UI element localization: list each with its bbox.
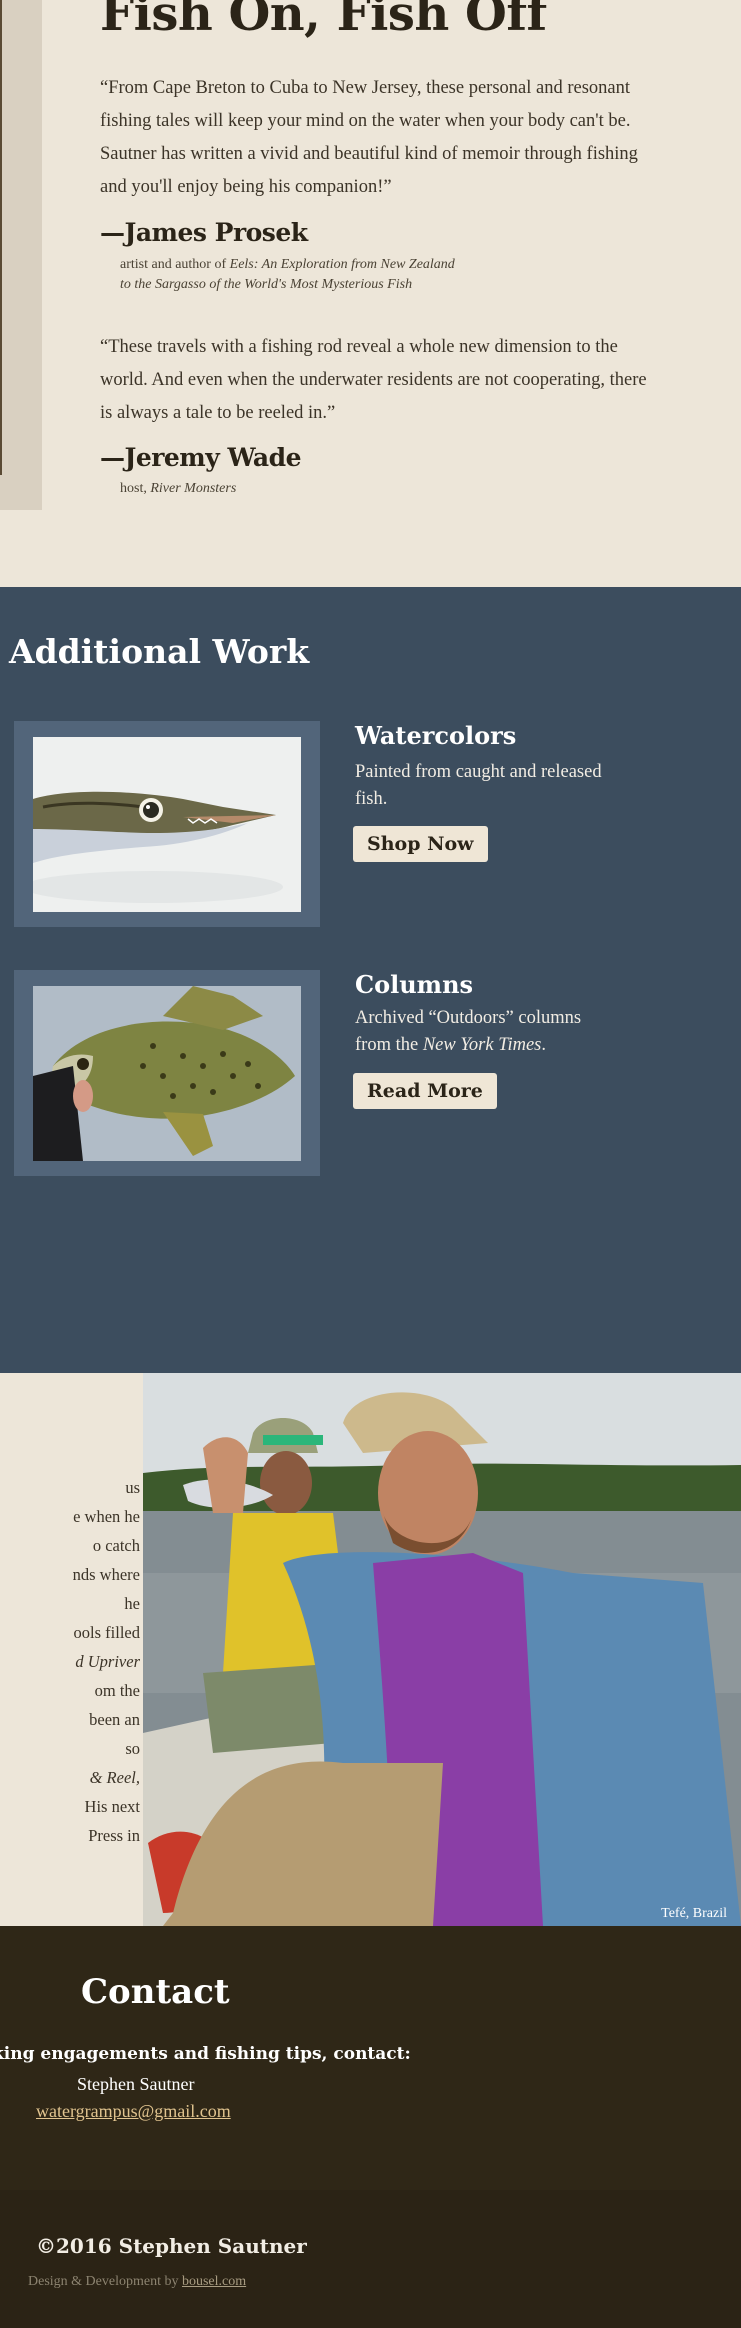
about-text-line: om the [94, 1681, 140, 1700]
about-text-line: nds where [72, 1565, 140, 1584]
about-text-line: & Reel, [89, 1768, 140, 1787]
testimonial-author-1: —James Prosek [100, 218, 308, 247]
about-section: us e when he o catch nds where he ools filled… [0, 1373, 741, 1926]
crappie-fish-image[interactable] [33, 986, 301, 1161]
contact-title: Contact [81, 1972, 230, 2012]
about-text-line: His next [84, 1797, 140, 1816]
testimonial-credit-2: host, River Monsters [120, 481, 237, 496]
about-text-line: Press in [88, 1826, 140, 1845]
shop-now-button[interactable]: Shop Now [353, 826, 488, 862]
columns-description: Archived “Outdoors” columns from the New… [355, 1008, 582, 1055]
about-text-line: so [125, 1739, 140, 1758]
about-text-line: d Upriver [75, 1652, 140, 1671]
about-text-line: he [124, 1594, 140, 1613]
contact-email-link[interactable]: watergrampus@gmail.com [36, 2101, 231, 2122]
testimonial-author-2: —Jeremy Wade [100, 443, 301, 472]
columns-title: Columns [355, 970, 474, 999]
contact-name: Stephen Sautner [77, 2074, 195, 2094]
book-cover-edge [0, 0, 42, 510]
about-text-line: been an [89, 1710, 140, 1729]
page-title: Fish On, Fish Off [100, 0, 547, 42]
watercolors-card [14, 721, 320, 927]
testimonials-section: Fish On, Fish Off “From Cape Breton to C… [0, 0, 741, 587]
testimonial-quote-1: “From Cape Breton to Cuba to New Jersey,… [100, 78, 638, 197]
contact-section: Contact king engagements and fishing tip… [0, 1926, 741, 2190]
read-more-button[interactable]: Read More [353, 1073, 497, 1109]
designer-link[interactable]: bousel.com [182, 2274, 246, 2289]
about-text-line: us [125, 1478, 140, 1497]
about-text-line: ools filled [73, 1623, 140, 1642]
about-text-line: e when he [73, 1507, 140, 1526]
photo-caption: Tefé, Brazil [661, 1906, 727, 1921]
section-title: Additional Work [9, 632, 310, 671]
columns-card [14, 970, 320, 1176]
watercolors-description: Painted from caught and released fish. [355, 762, 602, 809]
testimonial-credit-1-cont: to the Sargasso of the World's Most Myst… [120, 277, 413, 292]
author-fishing-photo: Tefé, Brazil [143, 1373, 741, 1926]
testimonial-credit-1: artist and author of Eels: An Exploratio… [120, 257, 455, 272]
about-text-line: o catch [92, 1536, 140, 1555]
watercolors-title: Watercolors [355, 721, 517, 750]
copyright: ©2016 Stephen Sautner [36, 2234, 307, 2258]
testimonial-quote-2: “These travels with a fishing rod reveal… [100, 337, 647, 423]
barracuda-watercolor-image[interactable] [33, 737, 301, 912]
contact-label: king engagements and fishing tips, conta… [0, 2044, 411, 2064]
design-credit: Design & Development by bousel.com [28, 2274, 247, 2289]
additional-work-section: Additional Work Watercolors Painted from… [0, 587, 741, 1373]
footer: ©2016 Stephen Sautner Design & Developme… [0, 2190, 741, 2328]
